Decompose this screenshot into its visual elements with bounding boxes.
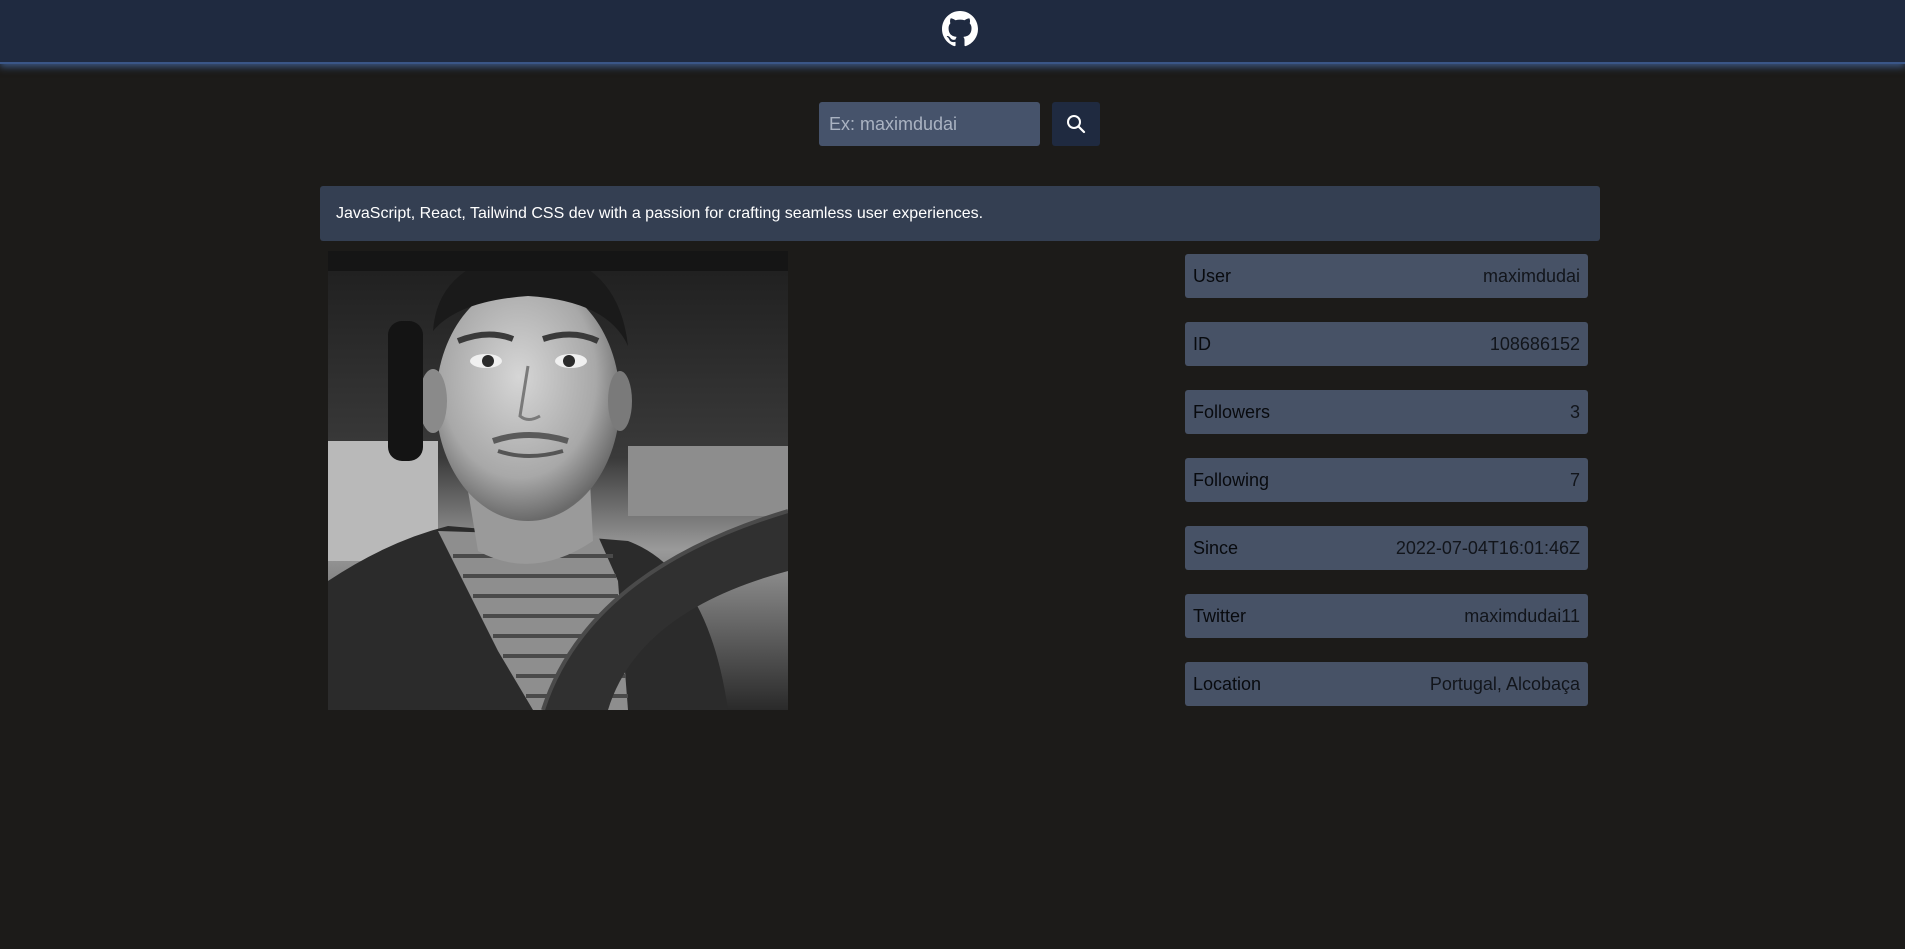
header-bar <box>0 0 1905 64</box>
search-button[interactable] <box>1052 102 1100 146</box>
stat-row-followers: Followers 3 <box>1185 390 1588 434</box>
search-input[interactable] <box>819 102 1040 146</box>
stat-row-id: ID 108686152 <box>1185 322 1588 366</box>
stat-row-user: User maximdudai <box>1185 254 1588 298</box>
avatar <box>328 251 788 710</box>
stat-label: Location <box>1193 673 1262 694</box>
stat-value: 7 <box>1569 469 1580 490</box>
stat-value: 3 <box>1569 401 1580 422</box>
github-icon[interactable] <box>942 11 978 47</box>
search-icon <box>1067 115 1086 134</box>
stat-row-twitter: Twitter maximdudai11 <box>1185 594 1588 638</box>
stat-label: Followers <box>1193 401 1271 422</box>
stat-value: 108686152 <box>1489 333 1580 354</box>
stat-label: Following <box>1193 469 1270 490</box>
stat-row-since: Since 2022-07-04T16:01:46Z <box>1185 526 1588 570</box>
profile-bio: JavaScript, React, Tailwind CSS dev with… <box>320 186 1600 241</box>
stat-value: Portugal, Alcobaça <box>1429 673 1580 694</box>
stat-label: ID <box>1193 333 1211 354</box>
stat-label: Since <box>1193 537 1239 558</box>
stat-label: User <box>1193 265 1232 286</box>
stat-row-location: Location Portugal, Alcobaça <box>1185 662 1588 706</box>
stat-value: maximdudai <box>1482 265 1580 286</box>
stat-value: 2022-07-04T16:01:46Z <box>1395 537 1580 558</box>
stat-row-following: Following 7 <box>1185 458 1588 502</box>
stat-label: Twitter <box>1193 605 1247 626</box>
stat-value: maximdudai11 <box>1464 605 1580 626</box>
